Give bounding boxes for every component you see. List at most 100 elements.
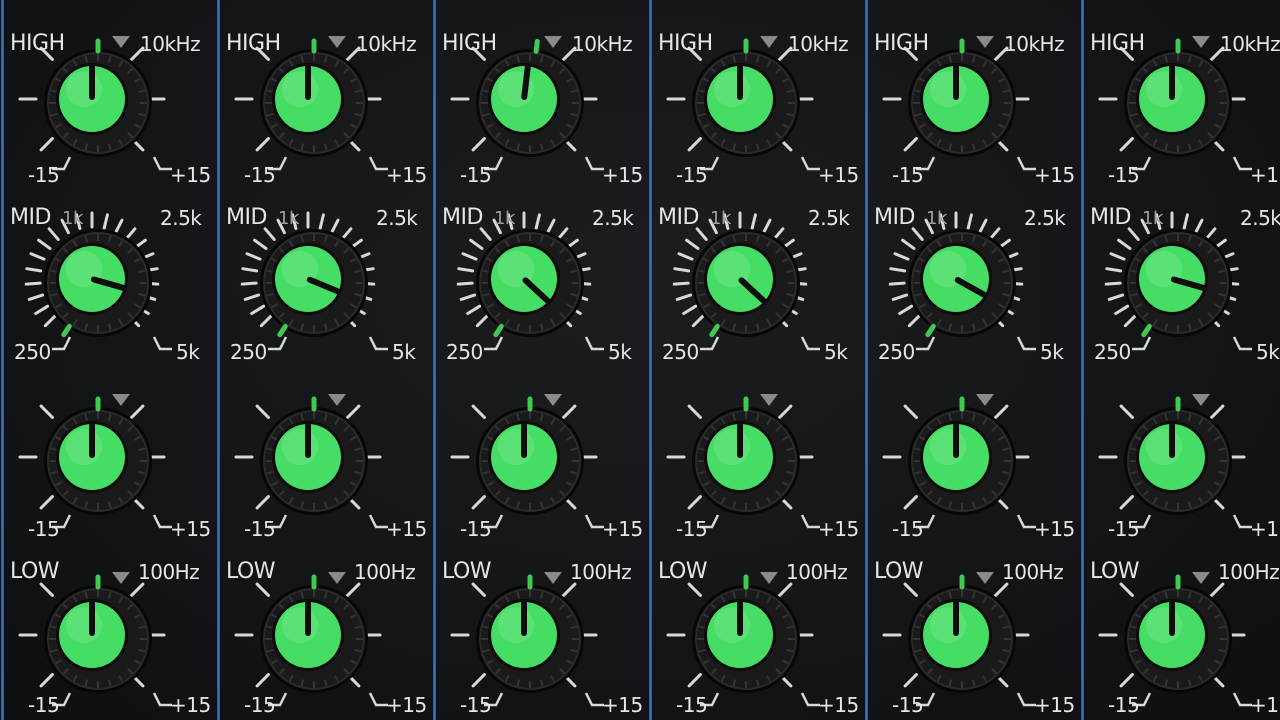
cap-highlight bbox=[65, 428, 103, 466]
scale-tick bbox=[750, 213, 757, 230]
scale-tick bbox=[762, 218, 772, 235]
max-bracket bbox=[152, 336, 172, 351]
low-label: LOW bbox=[10, 559, 60, 584]
mid-1k-label: 1k bbox=[62, 208, 83, 229]
scale-tick bbox=[1182, 213, 1189, 230]
high-max-label: +15 bbox=[602, 163, 643, 187]
scale-tick bbox=[1104, 281, 1122, 286]
scale-tick bbox=[691, 314, 705, 328]
scale-tick bbox=[1105, 267, 1123, 273]
mid-2-5k-label: 2.5k bbox=[592, 206, 634, 230]
center-detent-marker bbox=[112, 394, 130, 406]
high-freq-label: 10kHz bbox=[572, 32, 633, 56]
scale-tick bbox=[34, 304, 50, 315]
scale-tick bbox=[39, 137, 54, 152]
mixer-panel: HIGH 10kHz -15 +15 MID 1k 2.5k 250 5k -15 +15 LOW 10… bbox=[0, 0, 1280, 720]
high-freq-label: 10kHz bbox=[356, 32, 417, 56]
scale-tick bbox=[27, 293, 45, 301]
eq-gain-knob-graphic[interactable] bbox=[432, 382, 648, 532]
high-min-label: -15 bbox=[676, 163, 708, 187]
cap-highlight bbox=[65, 70, 103, 108]
cap-highlight bbox=[929, 70, 967, 108]
cap-highlight bbox=[281, 70, 319, 108]
mid-1k-label: 1k bbox=[1142, 208, 1163, 229]
scale-tick bbox=[471, 404, 486, 419]
scale-tick bbox=[255, 404, 270, 419]
center-detent-marker bbox=[976, 572, 994, 584]
gain-min-label: -15 bbox=[892, 517, 924, 541]
mid-1k-label: 1k bbox=[926, 208, 947, 229]
high-min-label: -15 bbox=[460, 163, 492, 187]
center-detent-marker bbox=[328, 394, 346, 406]
scale-tick bbox=[479, 227, 492, 241]
scale-tick bbox=[1123, 314, 1137, 328]
scale-tick bbox=[255, 137, 270, 152]
position-indicator bbox=[533, 38, 540, 54]
channel-divider bbox=[217, 0, 220, 720]
mid-2-5k-label: 2.5k bbox=[1240, 206, 1280, 230]
scale-tick bbox=[471, 673, 486, 688]
scale-tick bbox=[994, 582, 1009, 597]
scale-tick bbox=[39, 582, 54, 597]
mid-5k-label: 5k bbox=[824, 340, 848, 364]
scale-tick bbox=[1119, 404, 1134, 419]
eq-gain-knob-graphic[interactable] bbox=[0, 382, 216, 532]
mid-5k-label: 5k bbox=[608, 340, 632, 364]
scale-tick bbox=[37, 238, 52, 250]
min-bracket bbox=[700, 336, 720, 351]
scale-tick bbox=[466, 304, 482, 315]
max-bracket bbox=[584, 336, 604, 351]
low-freq-label: 100Hz bbox=[1002, 560, 1064, 584]
high-max-label: +15 bbox=[818, 163, 859, 187]
high-min-label: -15 bbox=[244, 163, 276, 187]
min-bracket bbox=[1132, 336, 1152, 351]
high-min-label: -15 bbox=[28, 163, 60, 187]
scale-tick bbox=[263, 227, 276, 241]
min-bracket bbox=[484, 336, 504, 351]
eq-gain-knob-graphic[interactable] bbox=[864, 382, 1080, 532]
low-min-label: -15 bbox=[28, 693, 60, 717]
eq-gain-knob-graphic[interactable] bbox=[1080, 382, 1280, 532]
scale-tick bbox=[888, 281, 906, 286]
scale-tick bbox=[39, 495, 54, 510]
scale-tick bbox=[903, 495, 918, 510]
center-detent-marker bbox=[544, 36, 562, 48]
low-label: LOW bbox=[1090, 559, 1140, 584]
mid-label: MID bbox=[442, 205, 483, 230]
channel-strip: HIGH 10kHz -15 +15 MID 1k 2.5k 250 5k -15 +15 LOW 10… bbox=[864, 0, 1080, 720]
scale-tick bbox=[1119, 495, 1134, 510]
mid-250-label: 250 bbox=[230, 340, 267, 364]
scale-tick bbox=[682, 304, 698, 315]
scale-tick bbox=[687, 673, 702, 688]
eq-gain-knob-graphic[interactable] bbox=[216, 382, 432, 532]
scale-tick bbox=[687, 137, 702, 152]
mid-250-label: 250 bbox=[446, 340, 483, 364]
scale-tick bbox=[1117, 238, 1132, 250]
scale-tick bbox=[562, 582, 577, 597]
channel-strip: HIGH 10kHz -15 +15 MID 1k 2.5k 250 5k -15 +15 LOW 10… bbox=[432, 0, 648, 720]
channel-divider bbox=[1, 0, 4, 720]
eq-gain-knob-graphic[interactable] bbox=[648, 382, 864, 532]
cap-highlight bbox=[281, 606, 319, 644]
scale-tick bbox=[546, 218, 556, 235]
mid-1k-label: 1k bbox=[278, 208, 299, 229]
scale-tick bbox=[672, 281, 690, 286]
center-detent-marker bbox=[976, 36, 994, 48]
low-max-label: +15 bbox=[1250, 693, 1280, 717]
scale-tick bbox=[1210, 404, 1225, 419]
scale-tick bbox=[330, 218, 340, 235]
scale-tick bbox=[903, 404, 918, 419]
scale-tick bbox=[1119, 137, 1134, 152]
cap-highlight bbox=[713, 606, 751, 644]
mid-250-label: 250 bbox=[878, 340, 915, 364]
low-min-label: -15 bbox=[244, 693, 276, 717]
scale-tick bbox=[241, 267, 259, 273]
scale-tick bbox=[903, 582, 918, 597]
scale-tick bbox=[677, 252, 694, 261]
channel-strip: HIGH 10kHz -15 +15 MID 1k 2.5k 250 5k -15 +15 LOW 10… bbox=[648, 0, 864, 720]
gain-min-label: -15 bbox=[28, 517, 60, 541]
scale-tick bbox=[994, 404, 1009, 419]
high-label: HIGH bbox=[226, 31, 281, 56]
cap-highlight bbox=[929, 428, 967, 466]
position-indicator bbox=[493, 323, 504, 338]
